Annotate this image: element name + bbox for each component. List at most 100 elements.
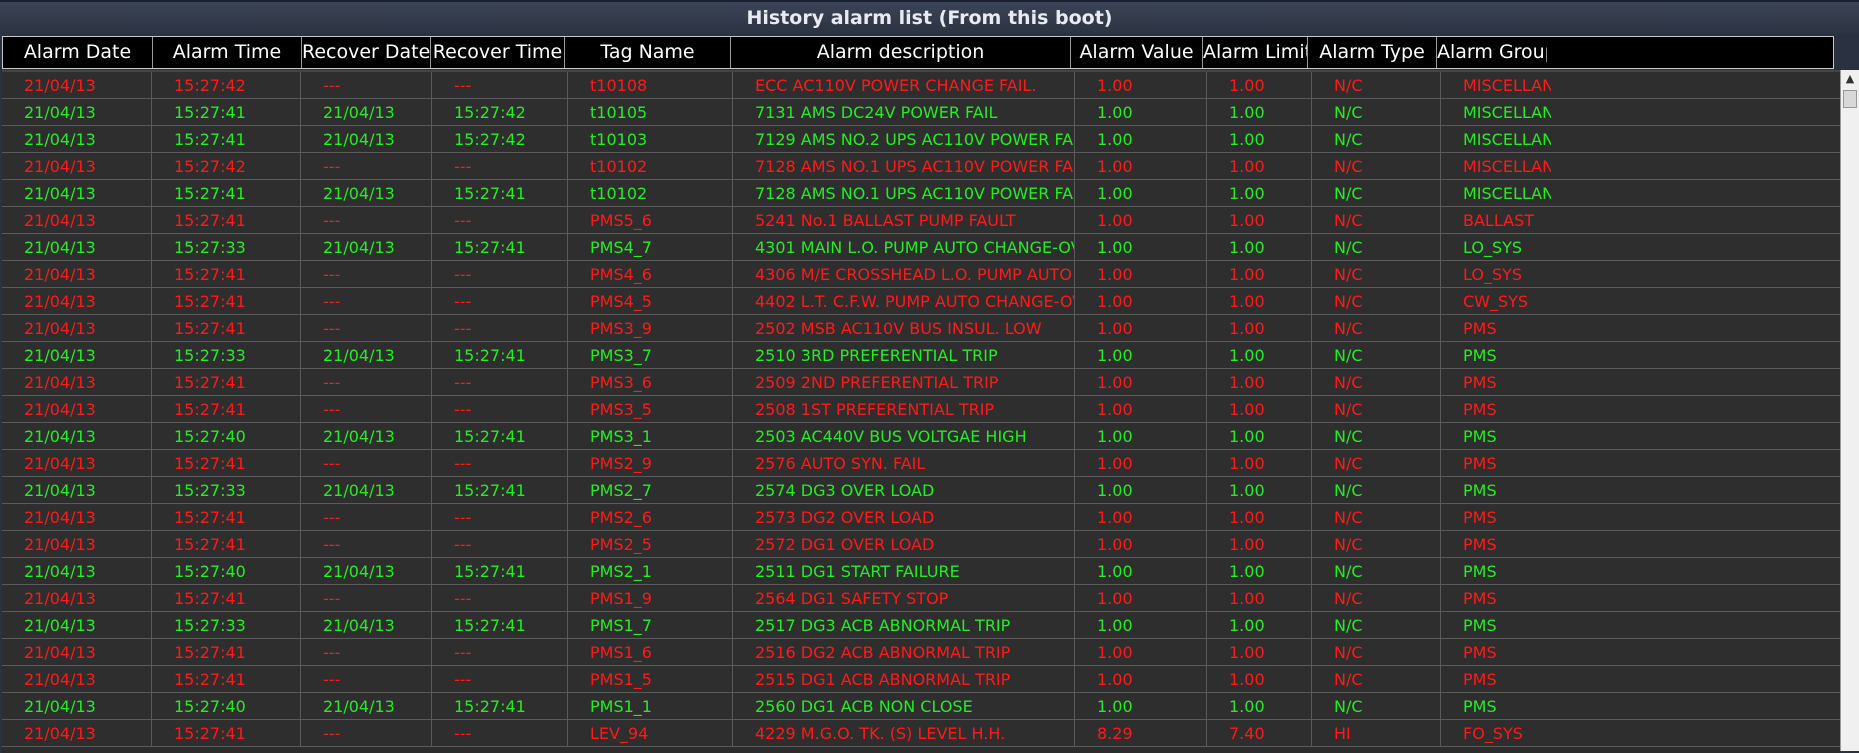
cell-alarm-type: N/C xyxy=(1312,369,1441,395)
cell-recover-date: --- xyxy=(301,369,432,395)
cell-tag-name: PMS3_9 xyxy=(568,315,733,341)
cell-alarm-value: 1.00 xyxy=(1075,342,1207,368)
column-header-alarm-type[interactable]: Alarm Type xyxy=(1308,37,1437,68)
cell-alarm-type: N/C xyxy=(1312,396,1441,422)
cell-alarm-limit: 1.00 xyxy=(1207,126,1312,152)
cell-alarm-value: 1.00 xyxy=(1075,180,1207,206)
cell-alarm-limit: 1.00 xyxy=(1207,504,1312,530)
cell-recover-time: --- xyxy=(432,720,568,746)
cell-alarm-type: N/C xyxy=(1312,423,1441,449)
cell-alarm-value: 1.00 xyxy=(1075,99,1207,125)
table-row[interactable]: 21/04/13 15:27:41 --- --- PMS2_5 2572 DG1 OVE… xyxy=(2,531,1840,558)
cell-recover-date: 21/04/13 xyxy=(301,99,432,125)
cell-alarm-type: N/C xyxy=(1312,99,1441,125)
table-row[interactable]: 21/04/13 15:27:41 --- --- PMS2_9 2576 AUTO SY… xyxy=(2,450,1840,477)
table-row[interactable]: 21/04/13 15:27:40 21/04/13 15:27:41 PMS3_1 25… xyxy=(2,423,1840,450)
column-header-recover-date[interactable]: Recover Date xyxy=(302,37,431,68)
table-row[interactable]: 21/04/13 15:27:41 --- --- PMS1_5 2515 DG1 ACB… xyxy=(2,666,1840,693)
cell-alarm-time: 15:27:40 xyxy=(152,423,301,449)
cell-alarm-value: 1.00 xyxy=(1075,315,1207,341)
table-row[interactable]: 21/04/13 15:27:42 --- --- t10108 ECC AC110V P… xyxy=(2,72,1840,99)
alarm-table[interactable]: 21/04/13 15:27:42 --- --- t10108 ECC AC110V P… xyxy=(2,70,1840,753)
cell-alarm-group: MISCELLANE... xyxy=(1463,103,1551,122)
cell-alarm-description: 4301 MAIN L.O. PUMP AUTO CHANGE-OVER xyxy=(733,234,1075,260)
cell-alarm-value: 1.00 xyxy=(1075,423,1207,449)
table-row[interactable]: 21/04/13 15:27:41 21/04/13 15:27:42 t10103 71… xyxy=(2,126,1840,153)
cell-alarm-description: 4402 L.T. C.F.W. PUMP AUTO CHANGE-OVER xyxy=(733,288,1075,314)
table-row[interactable]: 21/04/13 15:27:40 21/04/13 15:27:41 PMS2_1 25… xyxy=(2,558,1840,585)
table-row[interactable]: 21/04/13 15:27:41 --- --- PMS3_9 2502 MSB AC1… xyxy=(2,315,1840,342)
cell-alarm-limit: 1.00 xyxy=(1207,666,1312,692)
cell-recover-date: --- xyxy=(301,720,432,746)
cell-alarm-description: 4229 M.G.O. TK. (S) LEVEL H.H. xyxy=(733,720,1075,746)
cell-recover-date: --- xyxy=(301,666,432,692)
column-header-recover-time[interactable]: Recover Time xyxy=(431,37,565,68)
cell-alarm-date: 21/04/13 xyxy=(2,180,152,206)
cell-alarm-limit: 1.00 xyxy=(1207,261,1312,287)
table-row[interactable]: 21/04/13 15:27:33 21/04/13 15:27:41 PMS2_7 25… xyxy=(2,477,1840,504)
cell-alarm-type: N/C xyxy=(1312,504,1441,530)
cell-recover-time: 15:27:41 xyxy=(432,234,568,260)
table-row[interactable]: 21/04/13 15:27:41 --- --- PMS5_6 5241 No.1 BA… xyxy=(2,207,1840,234)
table-row[interactable]: 21/04/13 15:27:33 21/04/13 15:27:41 PMS4_7 43… xyxy=(2,234,1840,261)
table-row[interactable]: 21/04/13 15:27:41 21/04/13 15:27:42 t10105 71… xyxy=(2,99,1840,126)
cell-alarm-date: 21/04/13 xyxy=(2,99,152,125)
column-header-alarm-limit[interactable]: Alarm Limit xyxy=(1203,37,1308,68)
cell-recover-time: 15:27:42 xyxy=(432,126,568,152)
table-row[interactable]: 21/04/13 15:27:33 21/04/13 15:27:41 PMS3_7 25… xyxy=(2,342,1840,369)
cell-alarm-description: 7131 AMS DC24V POWER FAIL xyxy=(733,99,1075,125)
cell-alarm-type: N/C xyxy=(1312,585,1441,611)
column-header-alarm-description[interactable]: Alarm description xyxy=(731,37,1071,68)
column-header-alarm-group[interactable]: Alarm Group xyxy=(1437,37,1547,68)
table-row[interactable]: 21/04/13 15:27:41 21/04/13 15:27:41 t10102 71… xyxy=(2,180,1840,207)
cell-alarm-value: 1.00 xyxy=(1075,396,1207,422)
cell-alarm-type: N/C xyxy=(1312,666,1441,692)
cell-alarm-date: 21/04/13 xyxy=(2,666,152,692)
cell-alarm-description: 2502 MSB AC110V BUS INSUL. LOW xyxy=(733,315,1075,341)
cell-recover-time: 15:27:41 xyxy=(432,558,568,584)
table-row[interactable]: 21/04/13 15:27:41 --- --- PMS3_5 2508 1ST PRE… xyxy=(2,396,1840,423)
table-row[interactable]: 21/04/13 15:27:41 --- --- PMS1_9 2564 DG1 SAF… xyxy=(2,585,1840,612)
cell-alarm-group: PMS xyxy=(1463,562,1497,581)
cell-alarm-description: 2574 DG3 OVER LOAD xyxy=(733,477,1075,503)
table-row[interactable]: 21/04/13 15:27:42 --- --- t10102 7128 AMS NO.… xyxy=(2,153,1840,180)
scroll-thumb[interactable] xyxy=(1843,90,1857,108)
cell-alarm-limit: 1.00 xyxy=(1207,288,1312,314)
cell-alarm-limit: 1.00 xyxy=(1207,99,1312,125)
cell-tag-name: PMS4_5 xyxy=(568,288,733,314)
cell-tag-name: PMS2_7 xyxy=(568,477,733,503)
cell-alarm-limit: 1.00 xyxy=(1207,612,1312,638)
cell-alarm-time: 15:27:41 xyxy=(152,720,301,746)
table-row[interactable]: 21/04/13 15:27:40 21/04/13 15:27:41 PMS1_1 25… xyxy=(2,693,1840,720)
cell-alarm-value: 1.00 xyxy=(1075,153,1207,179)
cell-alarm-group: PMS xyxy=(1463,400,1497,419)
column-header-alarm-value[interactable]: Alarm Value xyxy=(1071,37,1203,68)
cell-alarm-group: PMS xyxy=(1463,670,1497,689)
column-header-alarm-time[interactable]: Alarm Time xyxy=(153,37,302,68)
cell-alarm-description: 2511 DG1 START FAILURE xyxy=(733,558,1075,584)
cell-alarm-description: 2503 AC440V BUS VOLTGAE HIGH xyxy=(733,423,1075,449)
cell-recover-time: --- xyxy=(432,639,568,665)
cell-alarm-description: 2510 3RD PREFERENTIAL TRIP xyxy=(733,342,1075,368)
cell-recover-date: --- xyxy=(301,72,432,98)
cell-alarm-description: 4306 M/E CROSSHEAD L.O. PUMP AUTO CHAN..… xyxy=(733,261,1075,287)
table-row[interactable]: 21/04/13 15:27:41 --- --- PMS4_5 4402 L.T. C.… xyxy=(2,288,1840,315)
table-row[interactable]: 21/04/13 15:27:41 --- --- PMS1_6 2516 DG2 ACB… xyxy=(2,639,1840,666)
table-row[interactable]: 21/04/13 15:27:41 --- --- LEV_94 4229 M.G.O. … xyxy=(2,720,1840,747)
column-header-alarm-date[interactable]: Alarm Date xyxy=(3,37,153,68)
table-row[interactable]: 21/04/13 15:27:41 --- --- PMS3_6 2509 2ND PRE… xyxy=(2,369,1840,396)
cell-recover-date: 21/04/13 xyxy=(301,423,432,449)
vertical-scrollbar[interactable]: ▲ xyxy=(1840,70,1859,751)
cell-alarm-type: N/C xyxy=(1312,558,1441,584)
scroll-up-arrow-icon[interactable]: ▲ xyxy=(1841,70,1859,88)
table-row[interactable]: 21/04/13 15:27:33 21/04/13 15:27:41 PMS1_7 25… xyxy=(2,612,1840,639)
cell-alarm-description: 2564 DG1 SAFETY STOP xyxy=(733,585,1075,611)
cell-alarm-date: 21/04/13 xyxy=(2,396,152,422)
cell-alarm-time: 15:27:41 xyxy=(152,639,301,665)
column-header-tag-name[interactable]: Tag Name xyxy=(565,37,731,68)
table-row[interactable]: 21/04/13 15:27:41 --- --- PMS4_6 4306 M/E CRO… xyxy=(2,261,1840,288)
table-row[interactable]: 21/04/13 15:27:41 --- --- PMS2_6 2573 DG2 OVE… xyxy=(2,504,1840,531)
cell-recover-date: --- xyxy=(301,153,432,179)
cell-tag-name: PMS3_7 xyxy=(568,342,733,368)
cell-tag-name: t10102 xyxy=(568,180,733,206)
